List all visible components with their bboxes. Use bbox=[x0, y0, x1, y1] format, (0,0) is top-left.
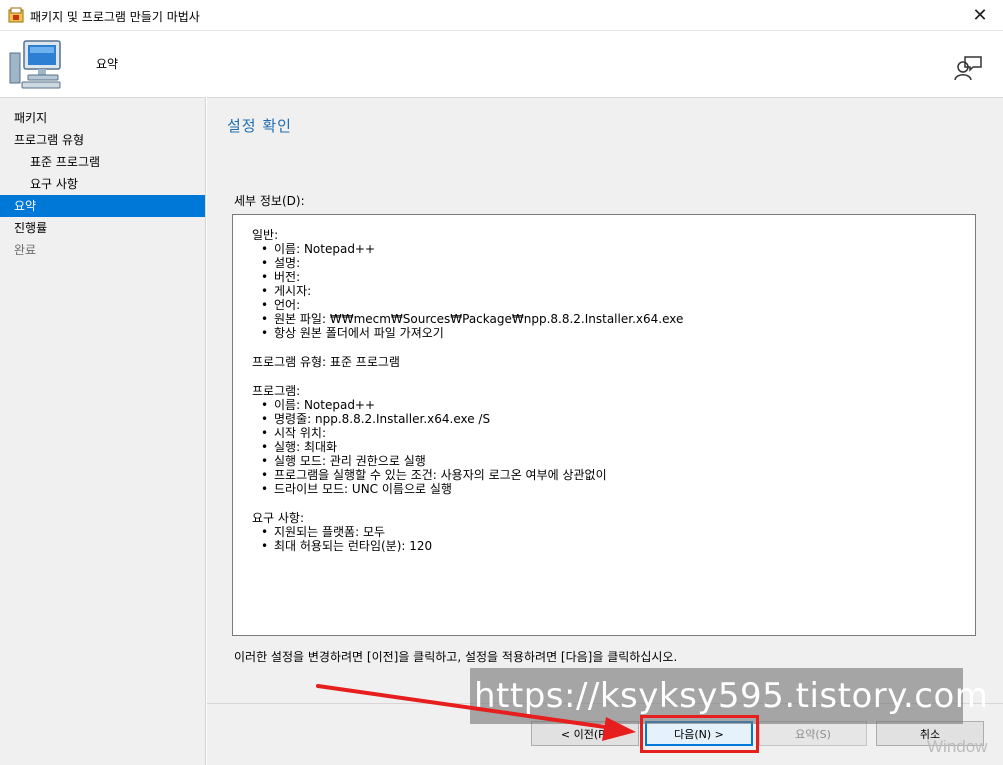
program-item-start-in: 시작 위치: bbox=[261, 426, 975, 440]
general-item-name: 이름: Notepad++ bbox=[261, 242, 975, 256]
program-type-section: 프로그램 유형: 표준 프로그램 bbox=[252, 355, 975, 369]
next-button[interactable]: 다음(N) > bbox=[645, 721, 753, 746]
requirements-item-runtime: 최대 허용되는 런타임(분): 120 bbox=[261, 539, 975, 553]
page-heading: 설정 확인 bbox=[227, 117, 292, 135]
header-title: 요약 bbox=[96, 57, 119, 71]
wizard-sidebar: 패키지 프로그램 유형 표준 프로그램 요구 사항 요약 진행률 완료 bbox=[0, 97, 206, 765]
feedback-icon[interactable] bbox=[953, 55, 983, 81]
close-button[interactable]: ✕ bbox=[957, 0, 1003, 31]
nav-item-standard-program[interactable]: 표준 프로그램 bbox=[0, 151, 205, 173]
title-bar: 패키지 및 프로그램 만들기 마법사 ✕ bbox=[0, 0, 1003, 31]
close-icon: ✕ bbox=[972, 5, 988, 26]
details-textbox[interactable]: 일반: 이름: Notepad++ 설명: 버전: 게시자: 언어: 원본 파일… bbox=[232, 214, 976, 636]
requirements-heading: 요구 사항: bbox=[252, 511, 305, 525]
windows-activation-watermark: Window bbox=[927, 737, 988, 756]
program-item-run: 실행: 최대화 bbox=[261, 440, 975, 454]
program-item-name: 이름: Notepad++ bbox=[261, 398, 975, 412]
nav-item-summary[interactable]: 요약 bbox=[0, 195, 205, 217]
wizard-app-icon bbox=[8, 7, 24, 23]
nav-item-completion: 완료 bbox=[14, 243, 37, 257]
nav-item-requirements[interactable]: 요구 사항 bbox=[0, 173, 205, 195]
general-item-source-file: 원본 파일: ₩₩mecm₩Sources₩Package₩npp.8.8.2.… bbox=[261, 312, 975, 326]
wizard-content: 설정 확인 세부 정보(D): 일반: 이름: Notepad++ 설명: 버전… bbox=[207, 97, 1003, 765]
nav-item-package[interactable]: 패키지 bbox=[0, 107, 205, 129]
program-heading: 프로그램: bbox=[252, 384, 301, 398]
instructions-text: 이러한 설정을 변경하려면 [이전]을 클릭하고, 설정을 적용하려면 [다음]… bbox=[234, 650, 678, 664]
wizard-header: 요약 bbox=[0, 31, 1003, 97]
program-item-condition: 프로그램을 실행할 수 있는 조건: 사용자의 로그온 여부에 상관없이 bbox=[261, 468, 975, 482]
general-heading: 일반: bbox=[252, 228, 279, 242]
general-item-language: 언어: bbox=[261, 298, 975, 312]
program-item-run-mode: 실행 모드: 관리 권한으로 실행 bbox=[261, 454, 975, 468]
general-section: 일반: 이름: Notepad++ 설명: 버전: 게시자: 언어: 원본 파일… bbox=[252, 228, 975, 340]
program-item-drive-mode: 드라이브 모드: UNC 이름으로 실행 bbox=[261, 482, 975, 496]
requirements-item-platform: 지원되는 플랫폼: 모두 bbox=[261, 525, 975, 539]
general-item-source-folder: 항상 원본 폴더에서 파일 가져오기 bbox=[261, 326, 975, 340]
program-item-command-line: 명령줄: npp.8.8.2.Installer.x64.exe /S bbox=[261, 412, 975, 426]
general-item-version: 버전: bbox=[261, 270, 975, 284]
nav-item-program-type[interactable]: 프로그램 유형 bbox=[0, 129, 205, 151]
general-item-publisher: 게시자: bbox=[261, 284, 975, 298]
program-section: 프로그램: 이름: Notepad++ 명령줄: npp.8.8.2.Insta… bbox=[252, 384, 975, 496]
nav-item-progress[interactable]: 진행률 bbox=[0, 217, 205, 239]
requirements-section: 요구 사항: 지원되는 플랫폼: 모두 최대 허용되는 런타임(분): 120 bbox=[252, 511, 975, 553]
window-title: 패키지 및 프로그램 만들기 마법사 bbox=[30, 10, 200, 24]
summary-button: 요약(S) bbox=[759, 721, 867, 746]
computer-icon bbox=[9, 40, 61, 89]
program-type-line: 프로그램 유형: 표준 프로그램 bbox=[252, 355, 400, 369]
prev-button[interactable]: < 이전(P) bbox=[531, 721, 639, 746]
details-label: 세부 정보(D): bbox=[234, 194, 305, 208]
general-item-description: 설명: bbox=[261, 256, 975, 270]
blog-watermark: https://ksyksy595.tistory.com bbox=[470, 668, 988, 724]
